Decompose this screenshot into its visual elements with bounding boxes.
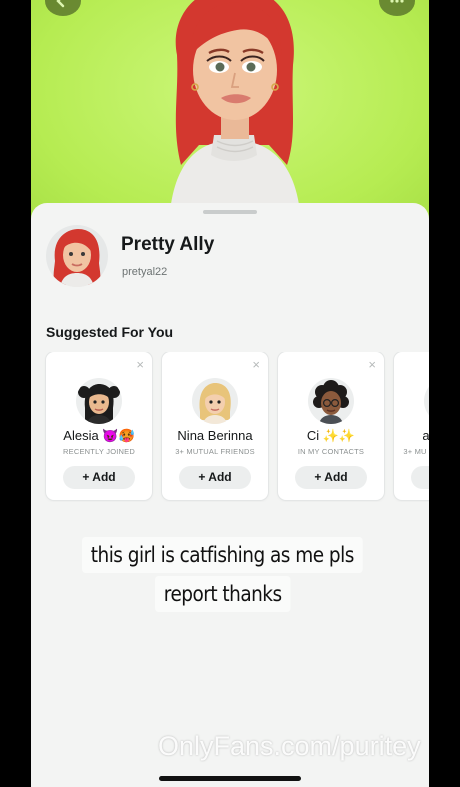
suggested-section-title: Suggested For You [46,324,174,340]
friend-reason: RECENTLY JOINED [63,447,135,456]
friend-avatar [308,378,354,424]
friend-reason: 3+ MU [403,447,427,456]
caption-line-2: report thanks [155,576,291,612]
profile-hero-background [31,0,429,225]
profile-display-name: Pretty Ally [121,234,215,255]
suggested-friend-card[interactable]: a 3+ MU + [394,352,429,500]
friend-avatar [192,378,238,424]
suggested-friend-card[interactable]: × Ci ✨✨ IN MY CONTACTS + Add [278,352,384,500]
close-icon[interactable]: × [368,358,376,371]
close-icon[interactable]: × [136,358,144,371]
bitmoji-full-avatar [169,0,301,225]
sheet-grabber[interactable] [203,210,257,214]
friend-name: a [422,428,429,443]
more-options-icon [390,0,404,3]
friend-name: Alesia 😈🥵 [63,428,135,443]
add-friend-button[interactable]: + Add [179,466,251,489]
profile-sheet: Pretty Ally pretyal22 Suggested For You … [31,203,429,787]
more-options-button[interactable] [379,0,415,16]
watermark: OnlyFans.com/puritey [158,731,421,761]
bitmoji-blonde-icon [199,383,231,424]
caption-line-1: this girl is catfishing as me pls [82,537,363,573]
friend-avatar [424,378,429,424]
back-arrow-icon [56,0,65,8]
friend-name: Ci ✨✨ [306,428,356,443]
phone-screen: Pretty Ally pretyal22 Suggested For You … [31,0,429,787]
home-indicator[interactable] [159,776,301,781]
friend-reason: 3+ MUTUAL FRIENDS [175,447,255,456]
bitmoji-black-pigtails-icon [78,384,120,424]
friend-avatar [76,378,122,424]
suggested-friends-carousel[interactable]: × Alesia 😈🥵 RECENTLY JOINED + Add × Nina… [31,352,429,502]
close-icon[interactable]: × [252,358,260,371]
friend-name: Nina Berinna [177,428,253,443]
bitmoji-avatar-icon [53,229,101,287]
back-button[interactable] [45,0,81,16]
suggested-friend-card[interactable]: × Alesia 😈🥵 RECENTLY JOINED + Add [46,352,152,500]
profile-avatar[interactable] [46,225,108,287]
bitmoji-curly-glasses-icon [313,380,349,424]
suggested-friend-card[interactable]: × Nina Berinna 3+ MUTUAL FRIENDS + Add [162,352,268,500]
profile-username: pretyal22 [122,266,168,278]
add-friend-button[interactable]: + Add [63,466,135,489]
add-friend-button[interactable]: + [411,466,429,489]
add-friend-button[interactable]: + Add [295,466,367,489]
